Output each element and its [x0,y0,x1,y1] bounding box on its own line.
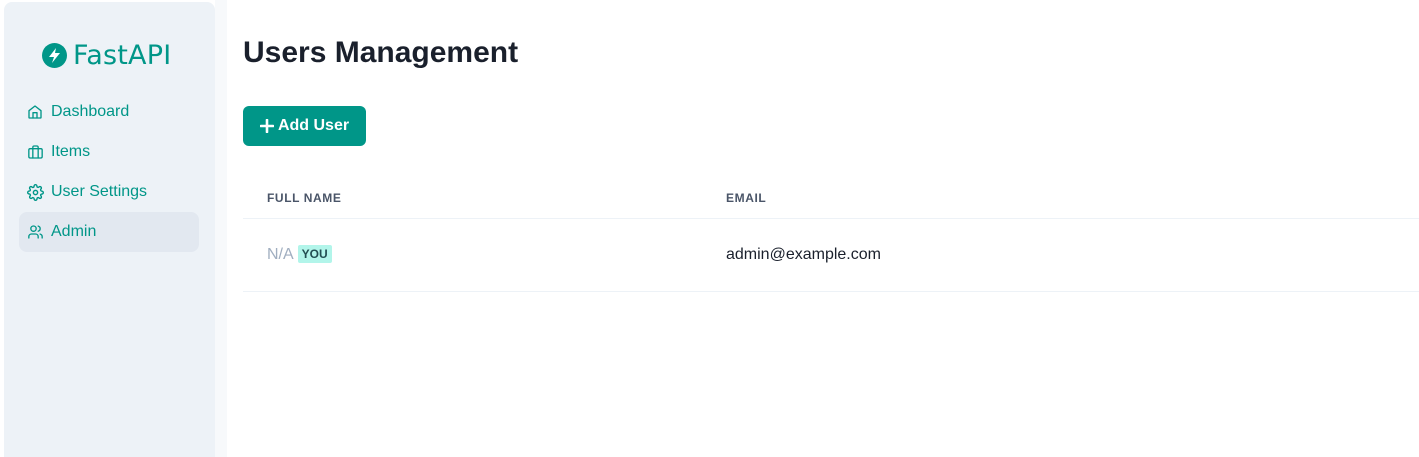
brand-name: FastAPI [73,40,172,71]
sidebar-item-label: Items [51,143,91,160]
brand-logo[interactable]: FastAPI [42,40,171,71]
column-header-email: EMAIL [702,178,1419,219]
page-title: Users Management [243,36,519,69]
users-icon [26,223,44,241]
plus-icon [259,118,275,134]
users-table: FULL NAME EMAIL N/A YOU admin@example.com [243,178,1419,292]
home-icon [26,103,44,121]
sidebar-item-dashboard[interactable]: Dashboard [19,92,199,132]
table-row[interactable]: N/A YOU admin@example.com [243,218,1419,292]
sidebar-item-user-settings[interactable]: User Settings [19,172,199,212]
sidebar-item-items[interactable]: Items [19,132,199,172]
sidebar-item-label: Dashboard [51,103,130,120]
add-user-label: Add User [277,117,350,134]
sidebar: FastAPI Dashboard Items User Settings Ad… [4,2,215,457]
full-name-value: N/A [267,246,294,263]
table-header-row: FULL NAME EMAIL [243,178,1419,219]
add-user-button[interactable]: Add User [243,106,366,146]
sidebar-item-label: Admin [51,223,97,240]
app-window: FastAPI Dashboard Items User Settings Ad… [0,0,1419,457]
lightning-logo-icon [42,43,67,68]
gear-icon [26,183,44,201]
sidebar-item-label: User Settings [51,183,148,200]
briefcase-icon [26,143,44,161]
cell-full-name: N/A YOU [243,218,702,292]
column-header-full-name: FULL NAME [243,178,702,219]
sidebar-item-admin[interactable]: Admin [19,212,199,252]
you-badge: YOU [297,245,332,263]
cell-email: admin@example.com [702,218,1419,292]
sidebar-nav: Dashboard Items User Settings Admin [19,92,199,252]
sidebar-divider [215,0,227,457]
